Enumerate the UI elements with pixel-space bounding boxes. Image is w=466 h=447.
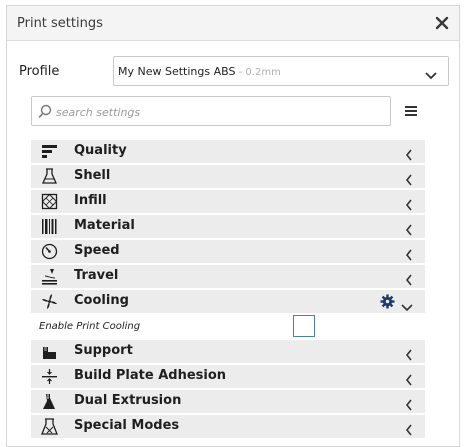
chevron-left-icon bbox=[405, 421, 413, 440]
quality-icon bbox=[41, 143, 58, 160]
chevron-down-icon bbox=[424, 66, 438, 85]
chevron-left-icon bbox=[405, 146, 413, 165]
category-cooling[interactable]: Cooling bbox=[31, 290, 425, 313]
category-label: Support bbox=[74, 343, 133, 358]
category-label: Dual Extrusion bbox=[74, 393, 182, 408]
close-button[interactable] bbox=[433, 14, 451, 32]
shell-icon bbox=[41, 168, 58, 185]
print-settings-panel: Print settings Profile My New Settings A… bbox=[6, 5, 460, 447]
profile-name: My New Settings ABS bbox=[118, 65, 236, 78]
category-label: Speed bbox=[74, 243, 120, 258]
category-label: Material bbox=[74, 218, 135, 233]
category-support[interactable]: Support bbox=[31, 340, 425, 363]
category-label: Build Plate Adhesion bbox=[74, 368, 227, 383]
speed-icon bbox=[41, 243, 58, 260]
category-shell[interactable]: Shell bbox=[31, 165, 425, 188]
chevron-left-icon bbox=[405, 246, 413, 265]
settings-category-list: Quality Shell Infill Material Speed Trav… bbox=[31, 140, 425, 440]
gear-icon[interactable] bbox=[380, 294, 395, 313]
category-material[interactable]: Material bbox=[31, 215, 425, 238]
category-label: Shell bbox=[74, 168, 111, 183]
enable-print-cooling-checkbox[interactable] bbox=[293, 315, 315, 337]
chevron-left-icon bbox=[405, 371, 413, 390]
setting-row-enable-print-cooling: Enable Print Cooling bbox=[31, 315, 425, 339]
title-bar: Print settings bbox=[7, 6, 459, 41]
chevron-left-icon bbox=[405, 221, 413, 240]
chevron-left-icon bbox=[405, 196, 413, 215]
close-icon bbox=[435, 16, 449, 30]
category-build-plate-adhesion[interactable]: Build Plate Adhesion bbox=[31, 365, 425, 388]
settings-menu-button[interactable] bbox=[403, 103, 419, 119]
category-label: Cooling bbox=[74, 293, 129, 308]
category-label: Quality bbox=[74, 143, 127, 158]
chevron-left-icon bbox=[405, 171, 413, 190]
category-travel[interactable]: Travel bbox=[31, 265, 425, 288]
support-icon bbox=[41, 343, 58, 360]
category-dual-extrusion[interactable]: Dual Extrusion bbox=[31, 390, 425, 413]
chevron-down-icon bbox=[401, 296, 413, 315]
profile-dropdown[interactable]: My New Settings ABS - 0.2mm bbox=[113, 56, 449, 86]
search-input[interactable] bbox=[54, 100, 388, 124]
setting-label: Enable Print Cooling bbox=[39, 321, 141, 332]
chevron-left-icon bbox=[405, 271, 413, 290]
cooling-icon bbox=[41, 293, 58, 310]
category-label: Infill bbox=[74, 193, 107, 208]
material-icon bbox=[41, 218, 58, 235]
search-icon bbox=[38, 104, 52, 123]
chevron-left-icon bbox=[405, 396, 413, 415]
travel-icon bbox=[41, 268, 58, 285]
category-special-modes[interactable]: Special Modes bbox=[31, 415, 425, 438]
profile-label: Profile bbox=[19, 64, 60, 79]
category-label: Travel bbox=[74, 268, 119, 283]
adhesion-icon bbox=[41, 368, 58, 385]
infill-icon bbox=[41, 193, 58, 210]
dual-extrusion-icon bbox=[41, 393, 58, 410]
panel-title: Print settings bbox=[17, 16, 103, 31]
category-speed[interactable]: Speed bbox=[31, 240, 425, 263]
special-modes-icon bbox=[41, 418, 58, 435]
chevron-left-icon bbox=[405, 346, 413, 365]
category-infill[interactable]: Infill bbox=[31, 190, 425, 213]
hamburger-menu-icon bbox=[405, 106, 417, 116]
profile-layer-height: - 0.2mm bbox=[235, 67, 281, 78]
category-label: Special Modes bbox=[74, 418, 180, 433]
category-quality[interactable]: Quality bbox=[31, 140, 425, 163]
search-box[interactable] bbox=[31, 96, 391, 126]
